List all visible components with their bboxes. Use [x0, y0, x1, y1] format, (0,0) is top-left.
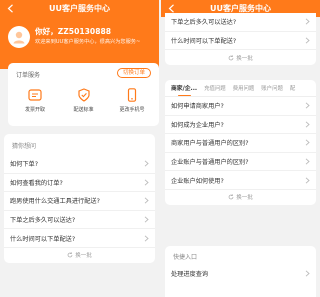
greeting-text: 你好，ZZ50130888 [35, 27, 112, 36]
refresh-icon [67, 252, 73, 258]
page-title: UU客户服务中心 [49, 4, 110, 13]
faq-question: 企业账户如何使用? [171, 177, 224, 185]
tab-fees[interactable]: 费用问题 [233, 84, 255, 96]
faq-continued-card: 下单之后多久可以送达? 什么时间可以下单配送? 换一批 [165, 13, 316, 66]
refresh-faq-button[interactable]: 换一批 [4, 248, 155, 263]
quick-entry-label: 处理进度查询 [171, 270, 209, 278]
right-screen: UU客户服务中心 下单之后多久可以送达? 什么时间可以下单配送? 换一批 商家/… [161, 0, 320, 297]
faq-item[interactable]: 下单之后多久可以送达? [165, 13, 316, 32]
faq-item[interactable]: 下单之后多久可以送达? [4, 211, 155, 230]
service-label: 发票开取 [24, 107, 45, 113]
user-icon [13, 31, 25, 44]
faq-item[interactable]: 如何申请商家用户? [165, 97, 316, 116]
switch-order-button[interactable]: 切换订单 [116, 68, 151, 78]
faq-item[interactable]: 如何下单? [4, 155, 155, 174]
faq-item[interactable]: 企业账户与普通用户的区别? [165, 153, 316, 172]
refresh-icon [228, 55, 234, 61]
chevron-right-icon [305, 270, 310, 277]
faq-item[interactable]: 如何查看我的订单? [4, 174, 155, 193]
service-delivery-standard[interactable]: 配送标准 [67, 87, 101, 113]
chevron-right-icon [305, 158, 310, 165]
chevron-right-icon [305, 121, 310, 128]
left-screen: UU客户服务中心 你好，ZZ50130888 欢迎来到UU客户服务中心，很高兴为… [0, 0, 159, 297]
faq-question: 如何查看我的订单? [10, 179, 63, 187]
refresh-label: 换一批 [236, 195, 253, 202]
faq-card: 猜你想问 如何下单? 如何查看我的订单? 跑男使用什么交通工具进行配送? 下单之… [4, 134, 155, 263]
chevron-right-icon [305, 37, 310, 44]
refresh-category-button[interactable]: 换一批 [165, 190, 316, 205]
category-tabs: 商家/企... 充值问题 费用问题 账户问题 配 [165, 80, 316, 97]
faq-question: 如何成为企业用户? [171, 121, 224, 129]
chevron-right-icon [305, 177, 310, 184]
faq-item[interactable]: 跑男使用什么交通工具进行配送? [4, 192, 155, 211]
faq-question: 如何下单? [10, 161, 39, 169]
faq-item[interactable]: 什么时间可以下单配送? [4, 229, 155, 248]
chevron-right-icon [144, 179, 149, 186]
faq-question: 下单之后多久可以送达? [171, 19, 237, 27]
faq-item[interactable]: 企业账户如何使用? [165, 171, 316, 190]
tab-account[interactable]: 账户问题 [261, 84, 283, 96]
welcome-banner: 你好，ZZ50130888 欢迎来到UU客户服务中心，很高兴为您服务~ [0, 17, 159, 69]
faq-item[interactable]: 如何成为企业用户? [165, 116, 316, 135]
faq-question: 跑男使用什么交通工具进行配送? [10, 198, 100, 206]
chevron-right-icon [144, 160, 149, 167]
tab-delivery[interactable]: 配 [290, 84, 295, 96]
refresh-label: 换一批 [75, 253, 92, 260]
service-invoice[interactable]: 发票开取 [18, 87, 52, 113]
invoice-icon [28, 89, 42, 101]
faq-title: 猜你想问 [12, 143, 37, 150]
back-icon[interactable] [4, 2, 16, 14]
quick-entry-card: 快捷入口 处理进度查询 [165, 246, 316, 297]
nav-bar: UU客户服务中心 [0, 0, 159, 17]
chevron-right-icon [144, 216, 149, 223]
faq-question: 什么时间可以下单配送? [171, 37, 237, 45]
faq-question: 什么时间可以下单配送? [10, 235, 76, 243]
quick-entry-title: 快捷入口 [173, 254, 198, 261]
avatar [8, 26, 30, 48]
order-service-card: 订单服务 切换订单 发票开取 配送标准 更改手机号 [8, 63, 159, 126]
service-shortcuts: 发票开取 配送标准 更改手机号 [12, 87, 155, 113]
delivery-standard-icon [77, 88, 90, 102]
chevron-right-icon [144, 197, 149, 205]
chevron-right-icon [144, 235, 149, 242]
tab-merchant[interactable]: 商家/企... [171, 83, 197, 96]
chevron-right-icon [305, 102, 310, 109]
faq-question: 如何申请商家用户? [171, 103, 224, 111]
refresh-label: 换一批 [236, 55, 253, 62]
welcome-subtitle: 欢迎来到UU客户服务中心，很高兴为您服务~ [35, 39, 141, 45]
order-service-title: 订单服务 [16, 72, 41, 79]
faq-question: 商家用户与普通用户的区别? [171, 140, 249, 148]
faq-question: 企业账户与普通用户的区别? [171, 159, 249, 167]
refresh-icon [228, 194, 234, 200]
service-label: 配送标准 [73, 107, 94, 113]
refresh-faq-button[interactable]: 换一批 [165, 50, 316, 65]
faq-item[interactable]: 商家用户与普通用户的区别? [165, 134, 316, 153]
tab-recharge[interactable]: 充值问题 [204, 84, 226, 96]
faq-question: 下单之后多久可以送达? [10, 217, 76, 225]
quick-entry-item[interactable]: 处理进度查询 [165, 264, 316, 283]
phone-icon [127, 88, 137, 102]
service-change-phone[interactable]: 更改手机号 [115, 87, 149, 113]
category-faq-card: 商家/企... 充值问题 费用问题 账户问题 配 如何申请商家用户? 如何成为企… [165, 80, 316, 205]
faq-item[interactable]: 什么时间可以下单配送? [165, 32, 316, 51]
chevron-right-icon [305, 18, 310, 25]
chevron-right-icon [305, 139, 310, 147]
service-label: 更改手机号 [119, 107, 145, 113]
